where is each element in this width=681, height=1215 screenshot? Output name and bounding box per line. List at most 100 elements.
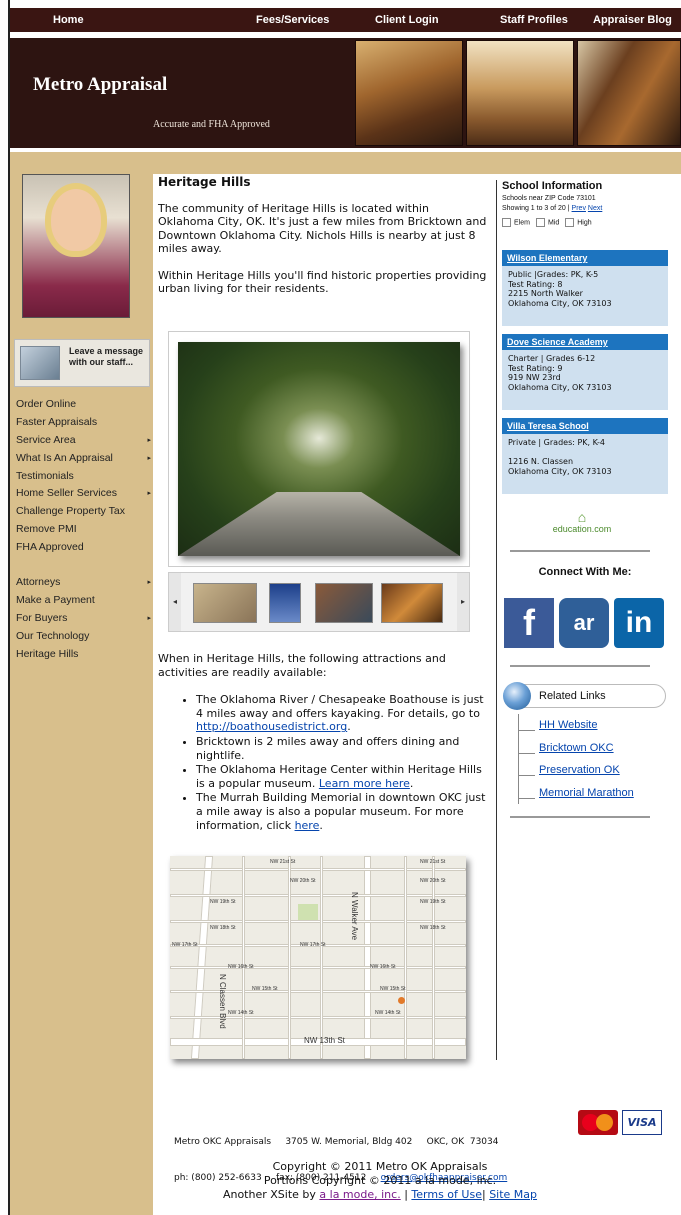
road [170,920,466,923]
sidebar-item-order-online[interactable]: Order Online [16,396,151,414]
map-street-label: NW 18th St [210,925,236,931]
road [364,856,371,1059]
menu-spacer [16,557,151,574]
leave-message-button[interactable]: Leave a message with our staff... [14,339,150,387]
school-detail-line: Oklahoma City, OK 73103 [508,382,612,392]
filter-high[interactable]: High [565,218,592,227]
filter-mid[interactable]: Mid [535,218,559,227]
nav-appraiser-blog[interactable]: Appraiser Blog [593,14,672,26]
school-info-title: School Information [502,180,603,192]
nav-client-login[interactable]: Client Login [375,14,439,26]
prev-link[interactable]: Prev [572,205,586,212]
list-item: HH Website [519,714,668,737]
mastercard-circle [596,1114,613,1131]
next-link[interactable]: Next [588,205,602,212]
school-details: Private | Grades: PK, K-4 1216 N. Classe… [502,434,668,480]
divider [510,550,650,552]
separator: | [404,1188,408,1201]
sidebar-item-make-a-payment[interactable]: Make a Payment [16,592,151,610]
sidebar-item-remove-pmi[interactable]: Remove PMI [16,521,151,539]
leave-message-label: Leave a message with our staff... [69,346,144,367]
sidebar-item-home-seller-services[interactable]: Home Seller Services ▸ [16,485,151,503]
thumbnail[interactable] [315,583,373,623]
facebook-icon[interactable]: f [504,598,554,648]
mastercard-icon [578,1110,618,1135]
sidebar-item-service-area[interactable]: Service Area ▸ [16,432,151,450]
sidebar-item-what-is-an-appraisal[interactable]: What Is An Appraisal ▸ [16,450,151,468]
hh-website-link[interactable]: HH Website [539,719,597,731]
visa-icon: VISA [622,1110,662,1135]
linkedin-icon[interactable]: in [614,598,664,648]
gallery-main-image[interactable] [178,342,460,556]
school-detail-spacer [508,448,662,458]
nav-fees-services[interactable]: Fees/Services [256,14,329,26]
brand-tagline: Accurate and FHA Approved [153,119,270,130]
preservation-ok-link[interactable]: Preservation OK [539,764,620,776]
road [288,856,291,1059]
here-link[interactable]: here [295,819,320,832]
map-street-label: NW 17th St [172,942,198,948]
checkbox[interactable] [502,218,511,227]
boathouse-link[interactable]: http://boathousedistrict.org [196,720,347,733]
learn-more-link[interactable]: Learn more here [319,777,410,790]
bullet-text: The Murrah Building Memorial in downtown… [196,791,486,832]
site-header: Metro Appraisal Accurate and FHA Approve… [10,38,681,148]
thumbnail[interactable] [381,583,443,623]
terms-link[interactable]: Terms of Use [411,1188,482,1201]
filter-label: High [577,219,592,227]
header-photo-staircase [577,40,681,146]
activerain-icon[interactable]: ar [559,598,609,648]
thumbnail[interactable] [193,583,257,623]
sidebar-item-fha-approved[interactable]: FHA Approved [16,539,151,557]
alamode-link[interactable]: a la mode, inc. [319,1188,400,1201]
sidebar-item-for-buyers[interactable]: For Buyers ▸ [16,610,151,628]
checkbox[interactable] [535,218,545,227]
agent-face [51,189,101,251]
road [432,856,435,1059]
school-detail-line: Test Rating: 9 [508,363,563,373]
thumbnail[interactable] [269,583,301,623]
area-map[interactable]: NW 21st St NW 21st St NW 20th St NW 20th… [170,856,466,1059]
education-com-label: education.com [552,524,612,534]
sidebar-item-heritage-hills[interactable]: Heritage Hills [16,646,151,664]
bricktown-okc-link[interactable]: Bricktown OKC [539,742,614,754]
gallery-next-button[interactable]: ▸ [457,573,469,631]
road [170,966,466,969]
sidebar-item-label: Home Seller Services [16,487,117,500]
sidebar-item-challenge-property-tax[interactable]: Challenge Property Tax [16,503,151,521]
list-item: The Oklahoma Heritage Center within Heri… [196,763,488,790]
road [190,856,214,1059]
school-name-link[interactable]: Dove Science Academy [502,334,668,350]
payment-cards: VISA [578,1108,664,1138]
school-card: Dove Science Academy Charter | Grades 6-… [502,334,668,410]
gallery-prev-button[interactable]: ◂ [169,573,181,631]
nav-home[interactable]: Home [53,14,84,26]
sidebar-item-faster-appraisals[interactable]: Faster Appraisals [16,414,151,432]
memorial-marathon-link[interactable]: Memorial Marathon [539,787,634,799]
school-detail-line: 919 NW 23rd [508,373,561,382]
school-name-link[interactable]: Villa Teresa School [502,418,668,434]
list-item: Bricktown is 2 miles away and offers din… [196,735,488,762]
school-name-link[interactable]: Wilson Elementary [502,250,668,266]
sitemap-link[interactable]: Site Map [489,1188,537,1201]
header-band [10,152,681,174]
map-street-label: NW 16th St [228,964,254,970]
footer-address: Metro OKC Appraisals 3705 W. Memorial, B… [174,1137,499,1147]
map-street-label: NW 20th St [420,878,446,884]
sidebar-item-attorneys[interactable]: Attorneys ▸ [16,574,151,592]
checkbox[interactable] [565,218,575,227]
education-com-logo[interactable]: ⌂ education.com [542,510,622,534]
brand-title: Metro Appraisal [33,74,168,95]
sidebar-item-testimonials[interactable]: Testimonials [16,468,151,486]
related-links-list: HH Website Bricktown OKC Preservation OK… [518,714,668,804]
sidebar-item-label: Our Technology [16,629,90,642]
nav-staff-profiles[interactable]: Staff Profiles [500,14,568,26]
sidebar-item-our-technology[interactable]: Our Technology [16,628,151,646]
filter-elem[interactable]: Elem [502,218,530,227]
list-item: Bricktown OKC [519,737,668,760]
sidebar-menu: Order Online Faster Appraisals Service A… [16,396,151,663]
map-street-label: NW 14th St [228,1010,254,1016]
school-detail-line: Oklahoma City, OK 73103 [508,298,612,308]
map-street-label: NW 14th St [375,1010,401,1016]
header-photo-dining-room [466,40,574,146]
